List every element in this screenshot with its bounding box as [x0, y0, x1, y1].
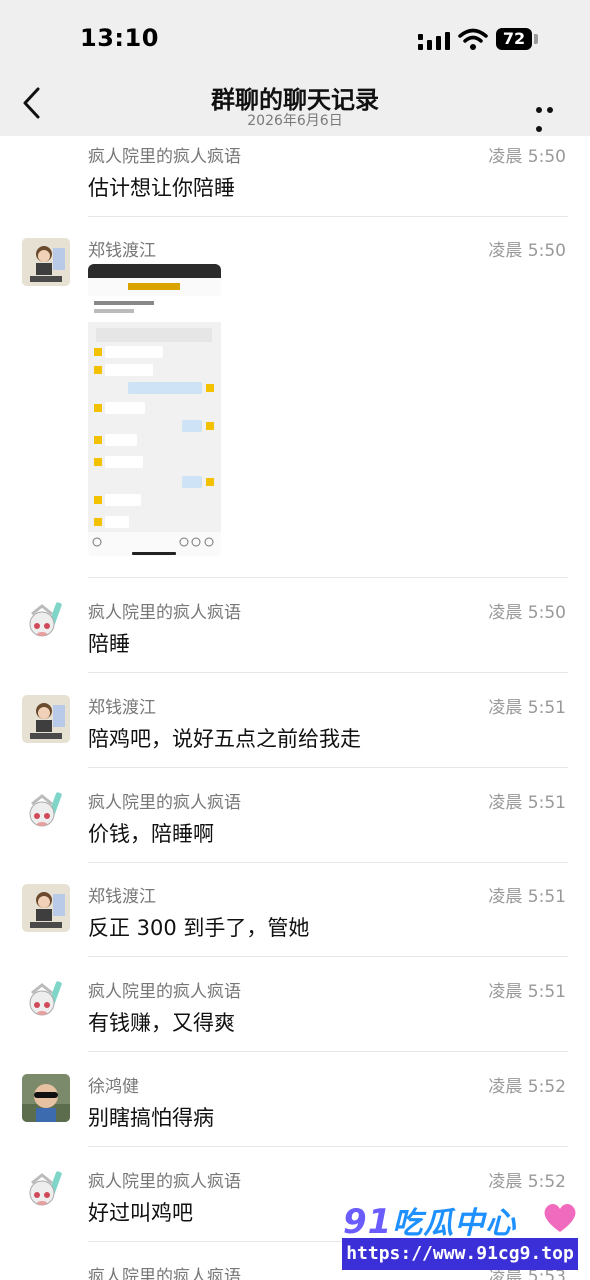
nav-bar: 群聊的聊天记录 2026年6月6日: [0, 72, 590, 136]
avatar[interactable]: [22, 1074, 70, 1122]
message-sender: 疯人院里的疯人疯语: [88, 1172, 241, 1192]
message-sender: 疯人院里的疯人疯语: [88, 793, 241, 813]
battery-icon: 72: [496, 28, 532, 50]
watermark-url: https://www.91cg9.top: [342, 1238, 578, 1270]
message-text: 陪睡: [88, 632, 130, 656]
avatar[interactable]: [22, 884, 70, 932]
message-time: 凌晨 5:50: [488, 147, 566, 167]
chat-screenshot-image[interactable]: [88, 264, 221, 556]
heart-icon: [544, 1203, 576, 1232]
avatar[interactable]: [22, 979, 70, 1027]
list-item[interactable]: 疯人院里的疯人疯语 凌晨 5:50 估计想让你陪睡: [0, 140, 590, 220]
message-text: 估计想让你陪睡: [88, 176, 235, 200]
status-bar: 13:10 72: [0, 0, 590, 72]
divider: [88, 956, 568, 957]
message-time: 凌晨 5:51: [488, 982, 566, 1002]
list-item[interactable]: 疯人院里的疯人疯语 凌晨 5:51 价钱，陪睡啊: [0, 786, 590, 878]
message-text: 价钱，陪睡啊: [88, 822, 214, 846]
status-time: 13:10: [80, 24, 159, 52]
list-item[interactable]: 徐鸿健 凌晨 5:52 别瞎搞怕得病: [0, 1070, 590, 1162]
divider: [88, 1051, 568, 1052]
message-text: 别瞎搞怕得病: [88, 1106, 214, 1130]
more-dots-icon[interactable]: [536, 98, 566, 132]
message-text: 有钱赚，又得爽: [88, 1011, 235, 1035]
message-time: 凌晨 5:52: [488, 1172, 566, 1192]
battery-tip: [534, 34, 538, 44]
avatar[interactable]: [22, 238, 70, 286]
message-time: 凌晨 5:50: [488, 241, 566, 261]
avatar[interactable]: [22, 600, 70, 648]
message-sender: 疯人院里的疯人疯语: [88, 982, 241, 1002]
divider: [88, 216, 568, 217]
message-sender: 疯人院里的疯人疯语: [88, 1267, 241, 1280]
message-sender: 郑钱渡江: [88, 698, 156, 718]
watermark-logo-text: 吃瓜中心: [392, 1206, 517, 1241]
avatar[interactable]: [22, 1169, 70, 1217]
message-time: 凌晨 5:51: [488, 887, 566, 907]
divider: [88, 672, 568, 673]
wifi-icon: [458, 28, 488, 50]
message-text: 陪鸡吧，说好五点之前给我走: [88, 727, 361, 751]
divider: [88, 1146, 568, 1147]
message-sender: 疯人院里的疯人疯语: [88, 603, 241, 623]
message-time: 凌晨 5:51: [488, 793, 566, 813]
page-subtitle: 2026年6月6日: [247, 113, 343, 129]
watermark-logo: 91吃瓜中心: [343, 1198, 516, 1242]
list-item[interactable]: 疯人院里的疯人疯语 凌晨 5:50 陪睡: [0, 596, 590, 688]
message-sender: 郑钱渡江: [88, 887, 156, 907]
message-time: 凌晨 5:51: [488, 698, 566, 718]
message-text: 反正 300 到手了，管她: [88, 916, 310, 940]
message-time: 凌晨 5:52: [488, 1077, 566, 1097]
message-sender: 徐鸿健: [88, 1077, 139, 1097]
message-text: 好过叫鸡吧: [88, 1201, 193, 1225]
avatar[interactable]: [22, 790, 70, 838]
divider: [88, 577, 568, 578]
watermark-logo-num: 91: [343, 1202, 393, 1242]
avatar[interactable]: [22, 695, 70, 743]
list-item[interactable]: 疯人院里的疯人疯语 凌晨 5:51 有钱赚，又得爽: [0, 975, 590, 1067]
divider: [88, 862, 568, 863]
signal-icon: [418, 32, 450, 50]
list-item[interactable]: 郑钱渡江 凌晨 5:51 反正 300 到手了，管她: [0, 880, 590, 972]
list-item[interactable]: 郑钱渡江 凌晨 5:51 陪鸡吧，说好五点之前给我走: [0, 691, 590, 783]
message-sender: 郑钱渡江: [88, 241, 156, 261]
divider: [88, 767, 568, 768]
message-time: 凌晨 5:50: [488, 603, 566, 623]
message-sender: 疯人院里的疯人疯语: [88, 147, 241, 167]
